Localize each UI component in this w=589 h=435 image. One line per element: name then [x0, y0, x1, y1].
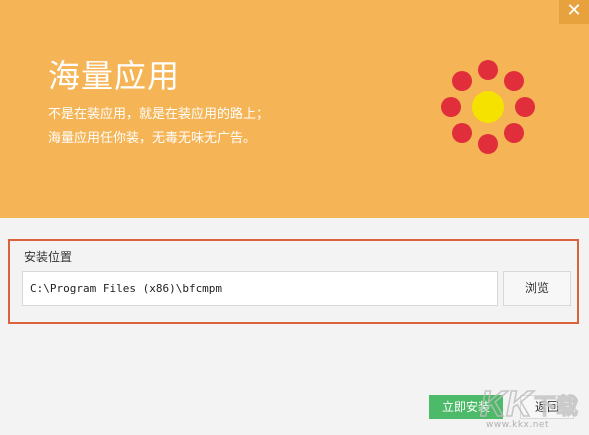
tagline-line-1: 不是在装应用，就是在装应用的路上；	[48, 107, 270, 122]
app-title: 海量应用	[48, 57, 181, 95]
install-location-label: 安装位置	[24, 250, 73, 264]
install-path-input[interactable]	[22, 271, 498, 306]
install-location-panel: 安装位置 浏览	[8, 239, 579, 324]
close-button[interactable]: ✕	[559, 0, 589, 24]
header-banner: ✕ 海量应用 不是在装应用，就是在装应用的路上； 海量应用任你装，无毒无味无广告…	[0, 0, 589, 218]
watermark-url: www.kkx.net	[486, 420, 549, 430]
back-button[interactable]: 返回	[520, 395, 574, 419]
install-now-button[interactable]: 立即安装	[429, 395, 503, 419]
close-icon: ✕	[566, 0, 582, 21]
browse-button[interactable]: 浏览	[503, 271, 571, 306]
flower-dots-logo-icon	[441, 60, 535, 154]
tagline-line-2: 海量应用任你装，无毒无味无广告。	[48, 131, 257, 146]
